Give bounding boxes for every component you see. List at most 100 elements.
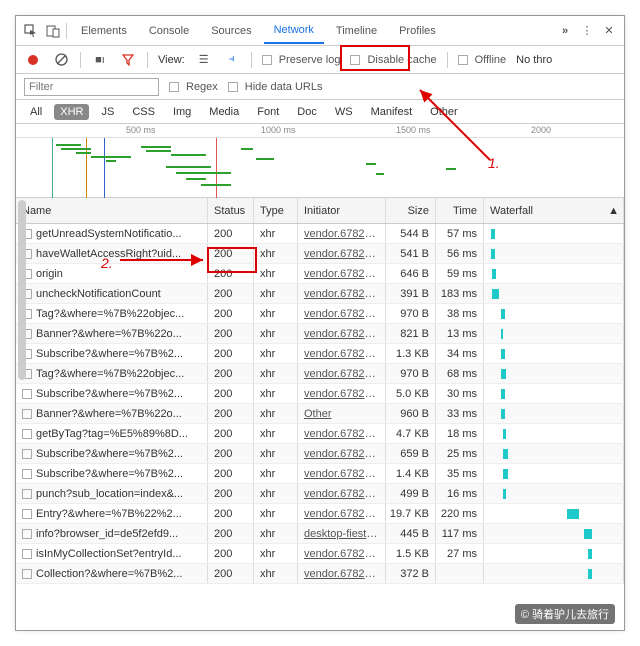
inspect-element-icon[interactable] <box>22 22 40 40</box>
tabs-overflow-icon[interactable]: » <box>556 22 574 40</box>
type-filter-ws[interactable]: WS <box>329 104 359 120</box>
initiator-link[interactable]: vendor.67828... <box>304 428 379 440</box>
table-row[interactable]: info?browser_id=de5f2efd9...200xhrdeskto… <box>16 524 624 544</box>
tab-elements[interactable]: Elements <box>71 19 137 43</box>
scrollbar-thumb[interactable] <box>18 200 26 380</box>
initiator-link[interactable]: vendor.67828... <box>304 568 379 580</box>
col-header-type[interactable]: Type <box>254 198 298 223</box>
type-filter-font[interactable]: Font <box>251 104 285 120</box>
cell-type: xhr <box>254 444 298 463</box>
initiator-link[interactable]: vendor.67828... <box>304 488 379 500</box>
table-row[interactable]: Tag?&where=%7B%22objec...200xhrvendor.67… <box>16 364 624 384</box>
tab-console[interactable]: Console <box>139 19 199 43</box>
table-row[interactable]: Subscribe?&where=%7B%2...200xhrvendor.67… <box>16 464 624 484</box>
row-checkbox[interactable] <box>22 449 32 459</box>
record-icon[interactable] <box>24 51 42 69</box>
type-filter-xhr[interactable]: XHR <box>54 104 89 120</box>
filter-input[interactable] <box>24 78 159 96</box>
filter-icon[interactable] <box>119 51 137 69</box>
col-header-name[interactable]: Name <box>16 198 208 223</box>
type-filter-media[interactable]: Media <box>203 104 245 120</box>
cell-status: 200 <box>208 404 254 423</box>
tab-network[interactable]: Network <box>264 18 324 44</box>
type-filter-js[interactable]: JS <box>95 104 120 120</box>
table-row[interactable]: Banner?&where=%7B%22o...200xhrvendor.678… <box>16 324 624 344</box>
cell-status: 200 <box>208 464 254 483</box>
initiator-link[interactable]: vendor.67828... <box>304 448 379 460</box>
initiator-link[interactable]: vendor.67828... <box>304 368 379 380</box>
col-header-status[interactable]: Status <box>208 198 254 223</box>
device-toggle-icon[interactable] <box>44 22 62 40</box>
cell-waterfall <box>484 464 624 483</box>
row-checkbox[interactable] <box>22 569 32 579</box>
initiator-link[interactable]: Other <box>304 408 332 420</box>
tab-profiles[interactable]: Profiles <box>389 19 446 43</box>
tab-sources[interactable]: Sources <box>201 19 261 43</box>
throttle-select[interactable]: No thro <box>516 54 552 66</box>
initiator-link[interactable]: vendor.67828... <box>304 288 379 300</box>
table-row[interactable]: Subscribe?&where=%7B%2...200xhrvendor.67… <box>16 384 624 404</box>
initiator-link[interactable]: vendor.67828... <box>304 328 379 340</box>
row-checkbox[interactable] <box>22 409 32 419</box>
menu-icon[interactable]: ⋮ <box>578 22 596 40</box>
type-filter-doc[interactable]: Doc <box>291 104 323 120</box>
table-row[interactable]: uncheckNotificationCount200xhrvendor.678… <box>16 284 624 304</box>
initiator-link[interactable]: vendor.67828... <box>304 268 379 280</box>
row-checkbox[interactable] <box>22 549 32 559</box>
row-checkbox[interactable] <box>22 529 32 539</box>
col-header-initiator[interactable]: Initiator <box>298 198 386 223</box>
cell-type: xhr <box>254 304 298 323</box>
table-row[interactable]: Tag?&where=%7B%22objec...200xhrvendor.67… <box>16 304 624 324</box>
cell-waterfall <box>484 324 624 343</box>
initiator-link[interactable]: vendor.67828... <box>304 468 379 480</box>
initiator-link[interactable]: vendor.67828... <box>304 548 379 560</box>
table-row[interactable]: Subscribe?&where=%7B%2...200xhrvendor.67… <box>16 344 624 364</box>
request-name: Subscribe?&where=%7B%2... <box>36 448 183 460</box>
initiator-link[interactable]: vendor.67828... <box>304 348 379 360</box>
type-filter-img[interactable]: Img <box>167 104 197 120</box>
capture-icon[interactable]: ■ı <box>91 51 109 69</box>
close-icon[interactable]: ✕ <box>600 22 618 40</box>
initiator-link[interactable]: vendor.67828... <box>304 228 379 240</box>
cell-status: 200 <box>208 424 254 443</box>
col-header-time[interactable]: Time <box>436 198 484 223</box>
type-filter-css[interactable]: CSS <box>126 104 161 120</box>
hide-data-urls-checkbox[interactable]: Hide data URLs <box>228 81 323 93</box>
tab-timeline[interactable]: Timeline <box>326 19 387 43</box>
initiator-link[interactable]: vendor.67828... <box>304 248 379 260</box>
timeline-overview[interactable]: 500 ms 1000 ms 1500 ms 2000 <box>16 124 624 198</box>
view-detail-icon[interactable]: ⫞ <box>223 51 241 69</box>
watermark: © 骑着驴儿去旅行 <box>515 604 615 624</box>
table-row[interactable]: getByTag?tag=%E5%89%8D...200xhrvendor.67… <box>16 424 624 444</box>
initiator-link[interactable]: vendor.67828... <box>304 508 379 520</box>
row-checkbox[interactable] <box>22 509 32 519</box>
offline-checkbox[interactable]: Offline <box>458 54 507 66</box>
type-filter-all[interactable]: All <box>24 104 48 120</box>
table-row[interactable]: Banner?&where=%7B%22o...200xhrOther960 B… <box>16 404 624 424</box>
col-header-waterfall[interactable]: Waterfall▲ <box>484 198 624 223</box>
type-filter-manifest[interactable]: Manifest <box>365 104 419 120</box>
view-list-icon[interactable]: ☰ <box>195 51 213 69</box>
row-checkbox[interactable] <box>22 389 32 399</box>
table-row[interactable]: punch?sub_location=index&...200xhrvendor… <box>16 484 624 504</box>
type-filter-other[interactable]: Other <box>424 104 464 120</box>
table-row[interactable]: Entry?&where=%7B%22%2...200xhrvendor.678… <box>16 504 624 524</box>
annotation-box-network <box>340 45 410 71</box>
row-checkbox[interactable] <box>22 469 32 479</box>
cell-time: 220 ms <box>436 504 484 523</box>
table-row[interactable]: Subscribe?&where=%7B%2...200xhrvendor.67… <box>16 444 624 464</box>
col-header-size[interactable]: Size <box>386 198 436 223</box>
timeline-chart <box>16 138 624 198</box>
row-checkbox[interactable] <box>22 489 32 499</box>
table-row[interactable]: isInMyCollectionSet?entryId...200xhrvend… <box>16 544 624 564</box>
clear-icon[interactable] <box>52 51 70 69</box>
initiator-link[interactable]: vendor.67828... <box>304 388 379 400</box>
row-checkbox[interactable] <box>22 429 32 439</box>
initiator-link[interactable]: vendor.67828... <box>304 308 379 320</box>
cell-time: 27 ms <box>436 544 484 563</box>
table-row[interactable]: getUnreadSystemNotificatio...200xhrvendo… <box>16 224 624 244</box>
regex-checkbox[interactable]: Regex <box>169 81 218 93</box>
table-row[interactable]: Collection?&where=%7B%2...200xhrvendor.6… <box>16 564 624 584</box>
initiator-link[interactable]: desktop-fiesta... <box>304 528 379 540</box>
preserve-log-checkbox[interactable]: Preserve log <box>262 54 341 66</box>
